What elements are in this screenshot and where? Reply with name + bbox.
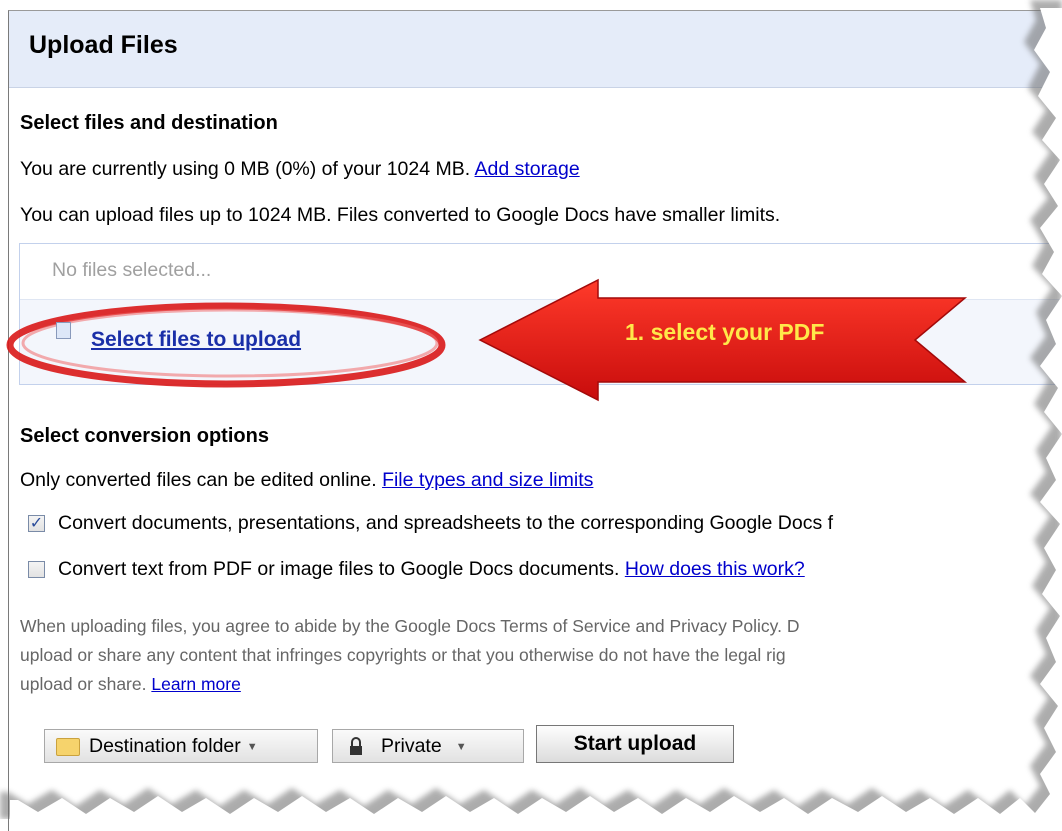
convert-pdf-ocr-option: Convert text from PDF or image files to … bbox=[58, 558, 805, 581]
conversion-info-text: Only converted files can be edited onlin… bbox=[20, 469, 593, 492]
folder-icon bbox=[56, 738, 80, 756]
start-upload-button[interactable]: Start upload bbox=[536, 725, 734, 763]
destination-folder-label: Destination folder bbox=[89, 735, 241, 757]
upload-limit-text: You can upload files up to 1024 MB. File… bbox=[20, 204, 781, 226]
how-does-this-work-link[interactable]: How does this work? bbox=[625, 558, 805, 580]
terms-line-1: When uploading files, you agree to abide… bbox=[20, 616, 800, 636]
conversion-section-heading: Select conversion options bbox=[20, 425, 269, 447]
dialog-title: Upload Files bbox=[29, 31, 178, 59]
terms-notice: When uploading files, you agree to abide… bbox=[20, 612, 1062, 699]
file-selection-box: No files selected... bbox=[19, 243, 1062, 385]
terms-line-3: upload or share. Learn more bbox=[20, 670, 1062, 699]
title-bar: Upload Files bbox=[9, 11, 1062, 88]
terms-line-2: upload or share any content that infring… bbox=[20, 645, 786, 665]
storage-usage-text: You are currently using 0 MB (0%) of you… bbox=[20, 158, 580, 181]
files-section-heading: Select files and destination bbox=[20, 112, 278, 134]
add-storage-link[interactable]: Add storage bbox=[475, 158, 580, 180]
chevron-down-icon: ▼ bbox=[246, 741, 258, 753]
select-files-link[interactable]: Select files to upload bbox=[91, 328, 301, 352]
file-types-link[interactable]: File types and size limits bbox=[382, 469, 593, 491]
selected-files-list: No files selected... bbox=[20, 244, 1062, 300]
learn-more-link[interactable]: Learn more bbox=[151, 674, 241, 694]
no-files-text: No files selected... bbox=[52, 259, 212, 281]
chevron-down-icon: ▼ bbox=[455, 741, 467, 753]
destination-folder-button[interactable]: Destination folder ▼ bbox=[44, 729, 318, 763]
conversion-info-label: Only converted files can be edited onlin… bbox=[20, 469, 377, 491]
privacy-label: Private bbox=[381, 735, 442, 757]
convert-documents-checkbox[interactable]: ✓ bbox=[28, 515, 45, 532]
convert-documents-label: Convert documents, presentations, and sp… bbox=[58, 512, 834, 534]
convert-pdf-ocr-checkbox[interactable] bbox=[28, 561, 45, 578]
privacy-button[interactable]: Private ▼ bbox=[332, 729, 524, 763]
checkmark-icon: ✓ bbox=[29, 515, 44, 532]
storage-usage-label: You are currently using 0 MB (0%) of you… bbox=[20, 158, 471, 180]
file-icon bbox=[56, 322, 71, 339]
terms-line-3-text: upload or share. bbox=[20, 674, 147, 694]
annotation-label: 1. select your PDF bbox=[625, 319, 825, 345]
lock-icon bbox=[350, 737, 362, 755]
convert-pdf-ocr-label: Convert text from PDF or image files to … bbox=[58, 558, 620, 580]
